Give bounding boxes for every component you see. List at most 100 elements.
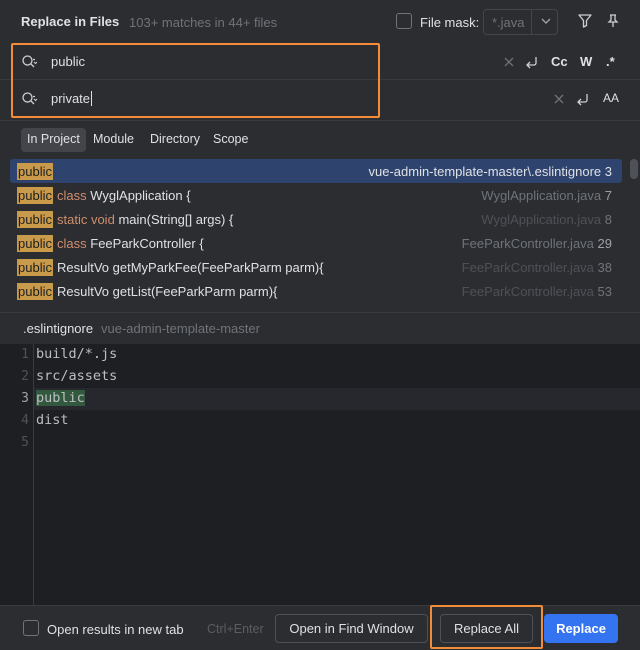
tab-scope[interactable]: Scope	[207, 128, 254, 152]
chevron-down-icon[interactable]	[538, 13, 554, 29]
code-line-text: dist	[36, 412, 69, 428]
dialog-header: Replace in Files 103+ matches in 44+ fil…	[0, 0, 640, 44]
result-file: WyglApplication.java 8	[481, 212, 612, 227]
search-input[interactable]: public	[51, 54, 85, 69]
result-file-name: FeeParkController.java	[461, 260, 594, 275]
clear-icon[interactable]	[550, 90, 568, 108]
replace-field-row[interactable]: private AA	[0, 81, 640, 117]
result-row[interactable]: public ResultVo getMyParkFee(FeeParkParm…	[10, 255, 622, 279]
dialog-title: Replace in Files	[21, 14, 120, 29]
result-code: class FeeParkController {	[57, 236, 204, 251]
match-highlight: public	[17, 259, 53, 276]
code-text: WyglApplication {	[90, 188, 191, 203]
tab-module[interactable]: Module	[87, 128, 140, 152]
result-row[interactable]: public ResultVo getList(FeeParkParm parm…	[10, 279, 622, 303]
match-count: 103+ matches in 44+ files	[129, 15, 278, 30]
code-text: FeeParkController {	[90, 236, 204, 251]
tab-directory[interactable]: Directory	[144, 128, 206, 152]
result-file: FeeParkController.java 53	[462, 284, 612, 299]
code-line[interactable]: dist	[34, 410, 640, 432]
line-number: 2	[21, 369, 29, 384]
match-highlight: public	[17, 187, 53, 204]
result-row[interactable]: public vue-admin-template-master\.eslint…	[10, 159, 622, 183]
replace-all-button[interactable]: Replace All	[440, 614, 533, 643]
match-highlight: public	[17, 235, 53, 252]
code-line-text: src/assets	[36, 368, 118, 384]
file-mask-value: *.java	[492, 15, 525, 30]
code-line[interactable]: public	[34, 388, 640, 410]
newline-icon[interactable]	[573, 90, 591, 108]
match-highlight: public	[17, 163, 53, 180]
result-line-number: 29	[597, 236, 612, 251]
text-caret	[91, 91, 93, 106]
preview-header: .eslintignore vue-admin-template-master	[0, 312, 640, 344]
result-line-number: 38	[597, 260, 612, 275]
result-file-name: FeeParkController.java	[461, 284, 594, 299]
code-line[interactable]: build/*.js	[34, 344, 640, 366]
clear-icon[interactable]	[500, 53, 518, 71]
replace-input[interactable]: private	[51, 91, 93, 106]
result-code: ResultVo getList(FeeParkParm parm){	[57, 284, 278, 299]
code-keyword: static void	[57, 212, 115, 227]
filter-icon[interactable]	[576, 12, 594, 30]
open-new-tab-label: Open results in new tab	[47, 622, 184, 637]
result-line-number: 3	[604, 164, 612, 179]
preserve-case-toggle[interactable]: AA	[603, 91, 619, 105]
code-keyword: class	[57, 236, 87, 251]
result-row[interactable]: public class WyglApplication { WyglAppli…	[10, 183, 622, 207]
code-text: main(String[] args) {	[118, 212, 234, 227]
search-icon[interactable]	[20, 53, 38, 71]
newline-icon[interactable]	[522, 53, 540, 71]
result-code: ResultVo getMyParkFee(FeeParkParm parm){	[57, 260, 324, 275]
match-highlight: public	[17, 283, 53, 300]
result-line-number: 8	[604, 212, 612, 227]
line-gutter: 1 2 3 4 5	[0, 344, 34, 605]
result-row[interactable]: public static void main(String[] args) {…	[10, 207, 622, 231]
match-highlight: public	[17, 211, 53, 228]
result-line-number: 53	[597, 284, 612, 299]
preview-file-path: vue-admin-template-master	[101, 321, 260, 336]
combo-divider	[531, 10, 532, 34]
pin-icon[interactable]	[604, 12, 622, 30]
replace-input-value: private	[51, 91, 91, 106]
line-number: 4	[21, 413, 29, 428]
search-icon[interactable]	[20, 90, 38, 108]
code-line-text: public	[36, 390, 85, 406]
preview-file-name: .eslintignore	[23, 321, 94, 336]
result-file-name: WyglApplication.java	[481, 188, 602, 203]
open-new-tab-checkbox[interactable]	[23, 620, 39, 636]
result-row[interactable]: public class FeeParkController { FeePark…	[10, 231, 622, 255]
file-mask-combo[interactable]: *.java	[483, 9, 558, 35]
result-file: vue-admin-template-master\.eslintignore …	[368, 164, 612, 179]
result-line-number: 7	[604, 188, 612, 203]
result-code: static void main(String[] args) {	[57, 212, 233, 227]
result-code: class WyglApplication {	[57, 188, 191, 203]
line-number: 5	[21, 435, 29, 450]
find-replace-area: public Cc W .* private AA	[0, 44, 640, 119]
search-field-row[interactable]: public Cc W .*	[0, 44, 640, 80]
tab-in-project[interactable]: In Project	[21, 128, 86, 152]
code-line-text: build/*.js	[36, 346, 118, 362]
regex-toggle[interactable]: .*	[606, 54, 615, 69]
line-number: 3	[21, 391, 29, 406]
result-file-name: vue-admin-template-master\.eslintignore	[368, 164, 602, 179]
results-scrollbar[interactable]	[630, 159, 638, 179]
result-file: FeeParkController.java 38	[462, 260, 612, 275]
file-mask-label: File mask:	[420, 15, 480, 30]
file-mask-checkbox[interactable]	[396, 13, 412, 29]
scope-bar: In Project Module Directory Scope	[0, 120, 640, 156]
result-file: WyglApplication.java 7	[481, 188, 612, 203]
open-in-find-window-button[interactable]: Open in Find Window	[275, 614, 428, 643]
shortcut-hint: Ctrl+Enter	[207, 622, 264, 636]
match-case-toggle[interactable]: Cc	[551, 54, 568, 69]
whole-words-toggle[interactable]: W	[580, 54, 592, 69]
line-number: 1	[21, 347, 29, 362]
result-file-name: FeeParkController.java	[461, 236, 594, 251]
replace-button[interactable]: Replace	[544, 614, 618, 643]
preview-editor[interactable]: 1 2 3 4 5 build/*.js src/assets public d…	[0, 344, 640, 605]
results-list: public vue-admin-template-master\.eslint…	[0, 159, 640, 307]
code-line[interactable]	[34, 432, 640, 454]
code-line[interactable]: src/assets	[34, 366, 640, 388]
match-highlight: public	[36, 390, 85, 406]
result-file: FeeParkController.java 29	[462, 236, 612, 251]
